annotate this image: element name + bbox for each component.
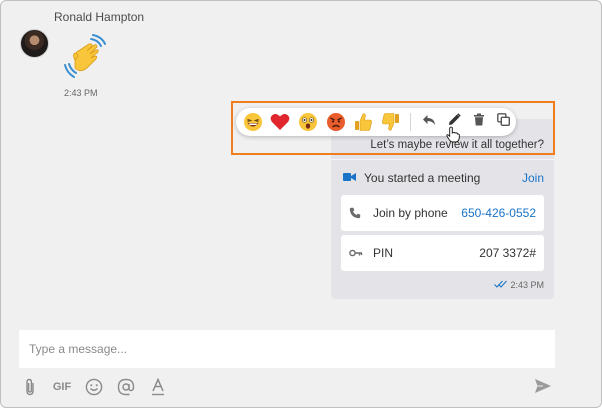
pin-value: 207 3372# <box>479 246 536 260</box>
gif-label: GIF <box>52 381 72 393</box>
pin-label: PIN <box>373 246 394 260</box>
phone-icon <box>349 207 365 219</box>
chat-window: Ronald Hampton 2:43 PM Let’s maybe revie… <box>0 0 602 408</box>
read-receipt-icon <box>494 280 508 290</box>
outgoing-timestamp-row: 2:43 PM <box>494 280 544 290</box>
laughing-face-reaction[interactable] <box>239 108 267 136</box>
message-input[interactable] <box>19 330 555 368</box>
outgoing-message[interactable]: Let’s maybe review it all together? You … <box>331 119 554 299</box>
text-format-icon[interactable] <box>149 377 167 397</box>
waving-hand-emoji <box>61 34 109 80</box>
thumbs-down-reaction[interactable] <box>377 108 405 136</box>
red-heart-reaction[interactable] <box>267 108 295 136</box>
incoming-timestamp: 2:43 PM <box>64 88 98 98</box>
bubble-divider <box>331 159 554 160</box>
gif-button[interactable]: GIF <box>53 377 71 397</box>
thumbs-up-reaction[interactable] <box>350 108 378 136</box>
reply-button[interactable] <box>417 108 442 136</box>
message-reaction-bar <box>236 108 516 136</box>
avatar[interactable] <box>20 29 49 58</box>
paperclip-icon[interactable] <box>21 377 39 397</box>
astonished-face-reaction[interactable] <box>294 108 322 136</box>
video-camera-icon <box>343 171 356 185</box>
toolbar-divider <box>409 113 411 131</box>
join-meeting-link[interactable]: Join <box>522 171 544 185</box>
delete-button[interactable] <box>466 108 491 136</box>
pin-card: PIN 207 3372# <box>341 235 544 271</box>
meeting-header: You started a meeting Join <box>343 169 544 187</box>
emoji-icon[interactable] <box>85 377 103 397</box>
meeting-title: You started a meeting <box>364 171 481 185</box>
sender-name: Ronald Hampton <box>54 10 145 24</box>
copy-button[interactable] <box>491 108 516 136</box>
copy-icon <box>497 113 511 131</box>
angry-face-reaction[interactable] <box>322 108 350 136</box>
join-by-phone-card: Join by phone 650-426-0552 <box>341 195 544 231</box>
outgoing-time: 2:43 PM <box>510 280 544 290</box>
mention-icon[interactable] <box>117 377 135 397</box>
trash-icon <box>473 113 485 131</box>
phone-number-link[interactable]: 650-426-0552 <box>461 206 536 220</box>
reply-icon <box>422 113 436 131</box>
send-icon <box>534 379 552 398</box>
send-button[interactable] <box>534 378 552 399</box>
hand-cursor-icon <box>446 126 460 148</box>
composer-toolbar: GIF <box>21 377 167 397</box>
join-by-phone-label: Join by phone <box>373 206 448 220</box>
key-icon <box>349 248 365 258</box>
